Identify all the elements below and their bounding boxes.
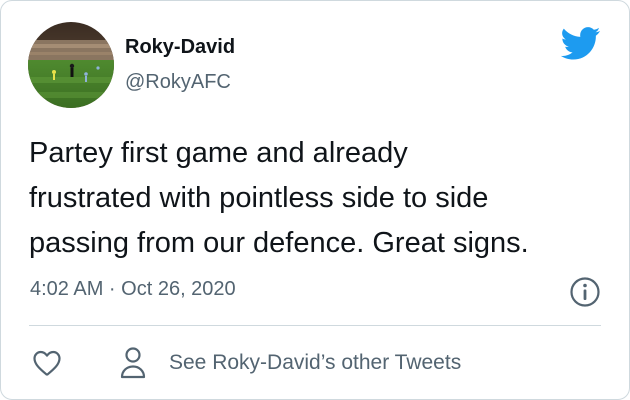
info-icon[interactable]	[569, 276, 601, 308]
twitter-bird-icon[interactable]	[561, 27, 601, 60]
author-handle[interactable]: @RokyAFC	[125, 71, 231, 94]
tweet-timestamp[interactable]: 4:02 AM · Oct 26, 2020	[30, 278, 236, 301]
see-other-tweets-link[interactable]: See Roky-David’s other Tweets	[119, 345, 461, 381]
author-name[interactable]: Roky-David	[125, 36, 235, 59]
avatar-image	[28, 22, 114, 108]
author-avatar[interactable]	[28, 22, 114, 108]
person-icon	[120, 347, 146, 379]
tweet-card: Roky-David @RokyAFC Partey first game an…	[0, 0, 630, 400]
actions-divider	[29, 325, 601, 326]
tweet-text: Partey first game and already frustrated…	[29, 137, 529, 259]
heart-icon[interactable]	[31, 347, 63, 379]
see-other-tweets-label: See Roky-David’s other Tweets	[169, 351, 462, 374]
